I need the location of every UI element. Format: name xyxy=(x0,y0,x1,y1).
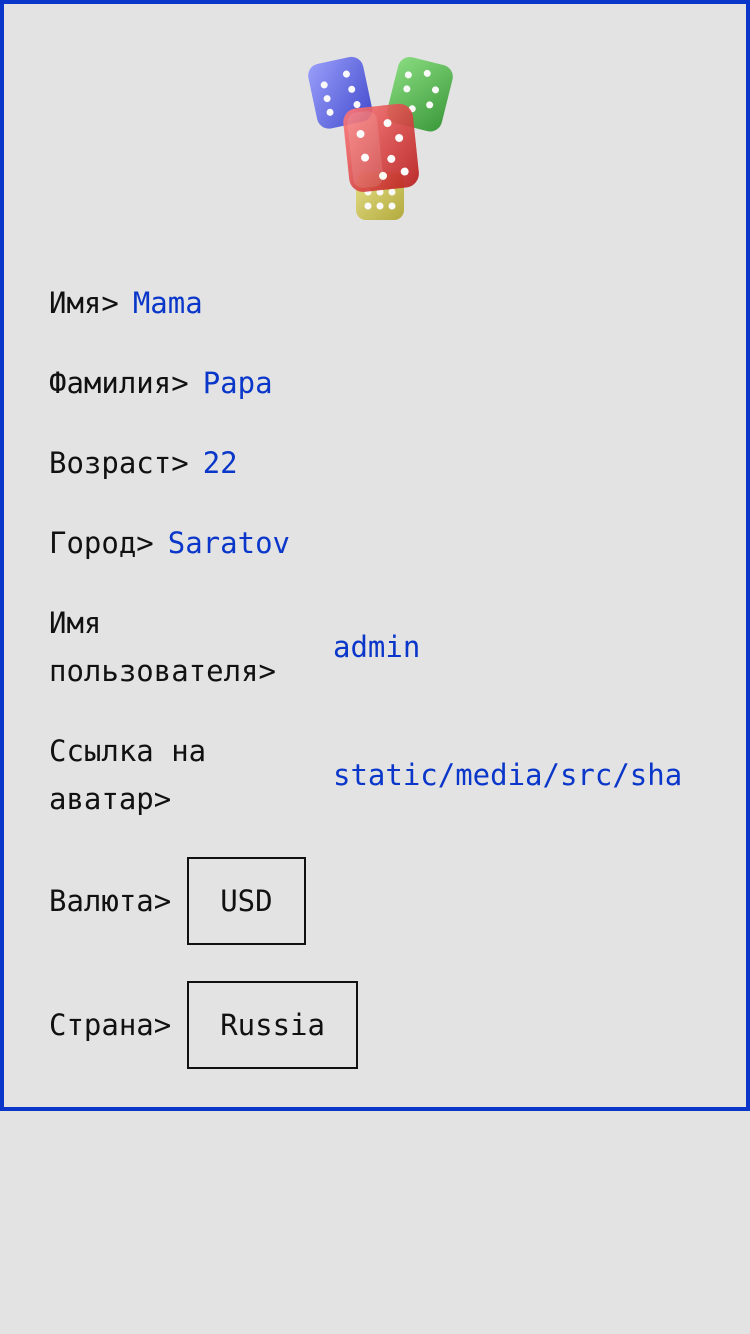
first-name-row: Имя> Mama xyxy=(49,279,203,327)
username-label-line1: Имя xyxy=(49,606,102,640)
last-name-value[interactable]: Papa xyxy=(203,366,273,400)
currency-select-value: USD xyxy=(220,884,273,918)
city-label: Город> xyxy=(49,526,154,560)
age-label: Возраст> xyxy=(49,446,189,480)
username-label: Имя пользователя> xyxy=(49,599,319,695)
username-label-line2: пользователя> xyxy=(49,654,276,688)
avatar-link-value[interactable]: static/media/src/sha xyxy=(333,751,710,799)
country-label: Страна> xyxy=(49,1008,172,1042)
country-row: Страна> Russia xyxy=(49,979,358,1071)
avatar-link-label: Ссылка на аватар> xyxy=(49,727,319,823)
first-name-value[interactable]: Mama xyxy=(133,286,203,320)
first-name-label: Имя> xyxy=(49,286,119,320)
currency-label: Валюта> xyxy=(49,884,172,918)
dice-icon xyxy=(308,56,453,220)
country-select[interactable]: Russia xyxy=(187,981,358,1069)
last-name-row: Фамилия> Papa xyxy=(49,359,273,407)
profile-card: Имя> Mama Фамилия> Papa Возраст> 22 Город> S… xyxy=(0,0,750,1111)
avatar-link-label-line2: аватар> xyxy=(49,782,172,816)
city-row: Город> Saratov xyxy=(49,519,290,567)
avatar-link-label-line1: Ссылка на xyxy=(49,734,207,768)
city-value[interactable]: Saratov xyxy=(168,526,290,560)
age-value[interactable]: 22 xyxy=(203,446,238,480)
currency-select[interactable]: USD xyxy=(187,857,306,945)
age-row: Возраст> 22 xyxy=(49,439,238,487)
country-select-value: Russia xyxy=(220,1008,325,1042)
currency-row: Валюта> USD xyxy=(49,855,306,947)
last-name-label: Фамилия> xyxy=(49,366,189,400)
username-value[interactable]: admin xyxy=(333,623,710,671)
